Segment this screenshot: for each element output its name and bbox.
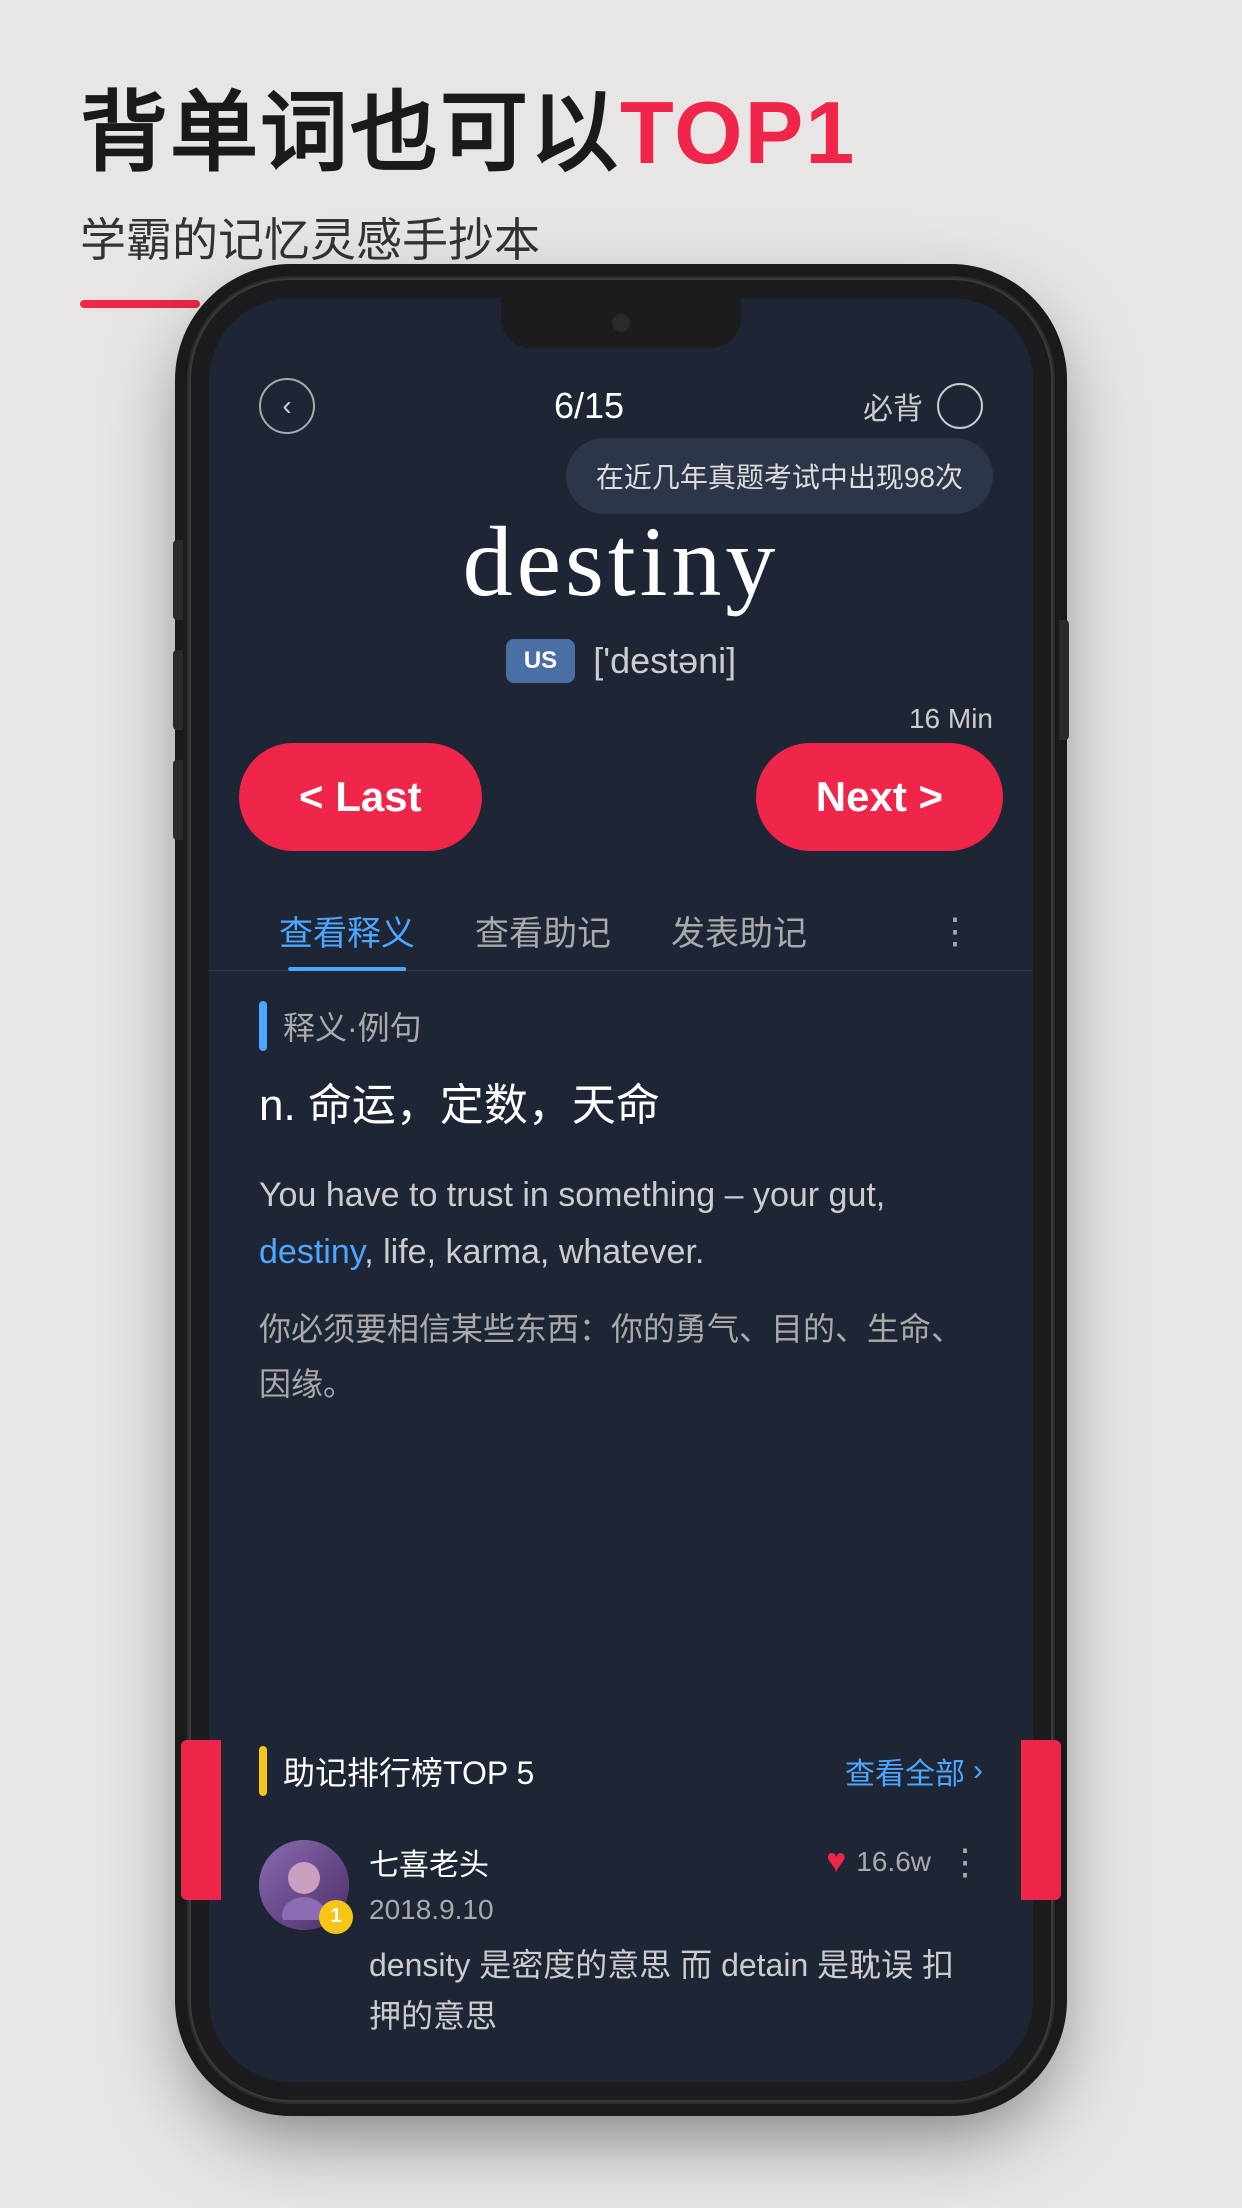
next-button[interactable]: Next > [756, 743, 1003, 851]
avatar-wrapper: 1 [259, 1840, 349, 1930]
mnemonic-title-text: 助记排行榜TOP 5 [283, 1748, 534, 1794]
tab-definition[interactable]: 查看释义 [249, 891, 445, 970]
headline-part1: 背单词也可以 [80, 83, 620, 182]
must-memorize-label: 必背 [863, 384, 923, 428]
mnemonic-section: 助记排行榜TOP 5 查看全部 › [209, 1746, 1033, 2082]
blue-bar-icon [259, 1001, 267, 1051]
definition-text: n. 命运，定数，天命 [259, 1075, 983, 1137]
mnemonic-header: 助记排行榜TOP 5 查看全部 › [259, 1746, 983, 1796]
review-text: density 是密度的意思 而 detain 是耽误 扣押的意思 [369, 1940, 983, 2042]
pink-accent-left [181, 1740, 221, 1900]
phone-screen: ‹ 6/15 必背 在近几年真题考试中出现98次 destiny US ['de… [209, 298, 1033, 2082]
tab-more-icon[interactable]: ⋮ [917, 895, 993, 967]
view-all-label: 查看全部 [845, 1749, 965, 1793]
tab-mnemonic-post[interactable]: 发表助记 [641, 891, 837, 970]
phone-shell: ‹ 6/15 必背 在近几年真题考试中出现98次 destiny US ['de… [191, 280, 1051, 2100]
main-word: destiny [463, 504, 780, 619]
us-badge[interactable]: US [506, 639, 575, 683]
headline-highlight: TOP1 [620, 83, 856, 182]
section-label-text: 释义·例句 [283, 1003, 422, 1049]
last-button[interactable]: < Last [239, 743, 482, 851]
top-section: 背单词也可以TOP1 学霸的记忆灵感手抄本 [0, 0, 1242, 310]
must-memorize-toggle[interactable]: 必背 [863, 383, 983, 429]
subtitle: 学霸的记忆灵感手抄本 [80, 204, 1162, 270]
example-english: You have to trust in something – your gu… [259, 1167, 983, 1283]
review-date: 2018.9.10 [369, 1894, 983, 1926]
example-en-word: destiny [259, 1233, 364, 1271]
definition-section: 释义·例句 n. 命运，定数，天命 You have to trust in s… [209, 971, 1033, 1746]
phonetic-text: ['destəni] [593, 640, 736, 682]
time-label: 16 Min [909, 703, 993, 735]
example-en-after: , life, karma, whatever. [364, 1233, 704, 1271]
tooltip-box: 在近几年真题考试中出现98次 [566, 438, 993, 514]
phone-camera [612, 314, 630, 332]
navigation-row: 16 Min < Last Next > [209, 713, 1033, 871]
tab-bar: 查看释义 查看助记 发表助记 ⋮ [209, 871, 1033, 971]
back-button[interactable]: ‹ [259, 378, 315, 434]
review-meta: 七喜老头 ♥ 16.6w ⋮ [369, 1840, 983, 1884]
reviewer-name: 七喜老头 [369, 1840, 489, 1884]
pronunciation-row: US ['destəni] [506, 639, 736, 683]
phone-mockup: ‹ 6/15 必背 在近几年真题考试中出现98次 destiny US ['de… [191, 280, 1051, 2100]
example-en-before: You have to trust in something – your gu… [259, 1176, 885, 1214]
review-actions: ♥ 16.6w ⋮ [826, 1841, 983, 1883]
like-section[interactable]: ♥ 16.6w [826, 1842, 931, 1881]
heart-icon[interactable]: ♥ [826, 1842, 846, 1881]
rank-badge: 1 [319, 1900, 353, 1934]
top-bar: ‹ 6/15 必背 在近几年真题考试中出现98次 [209, 358, 1033, 444]
screen-content: ‹ 6/15 必背 在近几年真题考试中出现98次 destiny US ['de… [209, 298, 1033, 2082]
main-headline: 背单词也可以TOP1 [80, 80, 1162, 186]
review-content: 七喜老头 ♥ 16.6w ⋮ 2018.9.10 de [369, 1840, 983, 2042]
memorize-circle-icon[interactable] [937, 383, 983, 429]
definition-section-label: 释义·例句 [259, 1001, 983, 1051]
like-count: 16.6w [856, 1846, 931, 1878]
view-all-button[interactable]: 查看全部 › [845, 1749, 983, 1793]
tab-mnemonic-view[interactable]: 查看助记 [445, 891, 641, 970]
review-item: 1 七喜老头 ♥ 16.6w ⋮ [259, 1820, 983, 2062]
more-options-icon[interactable]: ⋮ [947, 1841, 983, 1883]
accent-underline [80, 300, 200, 308]
yellow-bar-icon [259, 1746, 267, 1796]
mnemonic-title-row: 助记排行榜TOP 5 [259, 1746, 534, 1796]
progress-indicator: 6/15 [554, 385, 624, 427]
pink-accent-right [1021, 1740, 1061, 1900]
example-chinese: 你必须要相信某些东西：你的勇气、目的、生命、 因缘。 [259, 1302, 983, 1411]
view-all-chevron-icon: › [973, 1754, 983, 1788]
